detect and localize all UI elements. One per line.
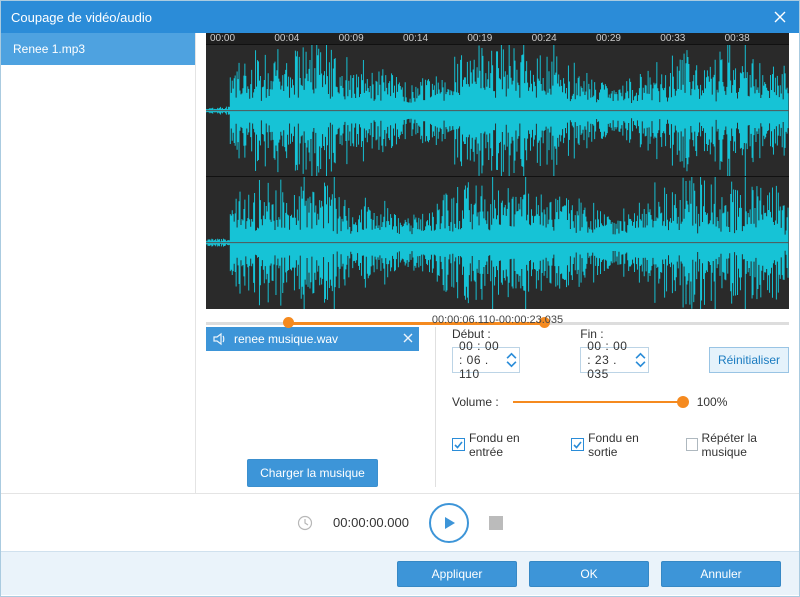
bottom-bar: Appliquer OK Annuler	[1, 551, 799, 595]
fade-out-checkbox[interactable]: Fondu en sortie	[571, 431, 656, 459]
stop-button[interactable]	[489, 516, 503, 530]
ok-button[interactable]: OK	[529, 561, 649, 587]
close-icon[interactable]	[771, 8, 789, 26]
end-time-input[interactable]: 00 : 00 : 23 . 035	[580, 347, 649, 373]
volume-handle[interactable]	[677, 396, 689, 408]
spin-down-icon[interactable]	[635, 360, 646, 368]
repeat-label: Répéter la musique	[702, 431, 789, 459]
spin-up-icon[interactable]	[506, 352, 517, 360]
ruler-tick: 00:38	[725, 33, 789, 44]
window-title: Coupage de vidéo/audio	[11, 10, 152, 25]
sidebar-item-label: Renee 1.mp3	[13, 42, 85, 56]
sidebar: Renee 1.mp3	[1, 33, 196, 493]
transport-time: 00:00:00.000	[333, 515, 409, 530]
volume-slider[interactable]	[513, 395, 683, 409]
waveform-area[interactable]	[206, 44, 789, 309]
checkbox-icon	[452, 438, 465, 451]
ruler-tick: 00:04	[274, 33, 338, 44]
ruler-tick: 00:33	[660, 33, 724, 44]
volume-value: 100%	[697, 395, 728, 409]
fade-in-checkbox[interactable]: Fondu en entrée	[452, 431, 541, 459]
ruler-tick: 00:19	[467, 33, 531, 44]
volume-label: Volume :	[452, 395, 499, 409]
sidebar-item-file[interactable]: Renee 1.mp3	[1, 33, 195, 65]
cancel-button[interactable]: Annuler	[661, 561, 781, 587]
fade-in-label: Fondu en entrée	[469, 431, 541, 459]
reset-button[interactable]: Réinitialiser	[709, 347, 789, 373]
ruler-tick: 00:00	[210, 33, 274, 44]
end-time-value: 00 : 00 : 23 . 035	[587, 339, 629, 381]
start-time-value: 00 : 00 : 06 . 110	[459, 339, 500, 381]
ruler-tick: 00:29	[596, 33, 660, 44]
checkbox-icon	[686, 438, 697, 451]
range-label: 00:00:06.110-00:00:23.035	[432, 314, 563, 326]
ruler-tick: 00:24	[532, 33, 596, 44]
clock-icon	[297, 515, 313, 531]
remove-music-icon[interactable]	[403, 332, 413, 346]
music-chip[interactable]: renee musique.wav	[206, 327, 419, 351]
spin-down-icon[interactable]	[506, 360, 517, 368]
music-chip-file: renee musique.wav	[234, 332, 338, 346]
fade-out-label: Fondu en sortie	[588, 431, 656, 459]
timeline-ruler: 00:0000:0400:0900:1400:1900:2400:2900:33…	[206, 33, 789, 44]
checkbox-icon	[571, 438, 584, 451]
ruler-tick: 00:14	[403, 33, 467, 44]
load-music-button[interactable]: Charger la musique	[247, 459, 378, 487]
ruler-tick: 00:09	[339, 33, 403, 44]
spin-up-icon[interactable]	[635, 352, 646, 360]
waveform-channel-right	[206, 176, 789, 308]
transport-bar: 00:00:00.000	[1, 493, 799, 551]
range-handle-start[interactable]	[283, 317, 294, 328]
title-bar: Coupage de vidéo/audio	[1, 1, 799, 33]
apply-button[interactable]: Appliquer	[397, 561, 517, 587]
start-time-input[interactable]: 00 : 00 : 06 . 110	[452, 347, 520, 373]
play-button[interactable]	[429, 503, 469, 543]
speaker-icon	[212, 331, 228, 347]
repeat-checkbox[interactable]: Répéter la musique	[686, 431, 789, 459]
waveform-channel-left	[206, 44, 789, 176]
